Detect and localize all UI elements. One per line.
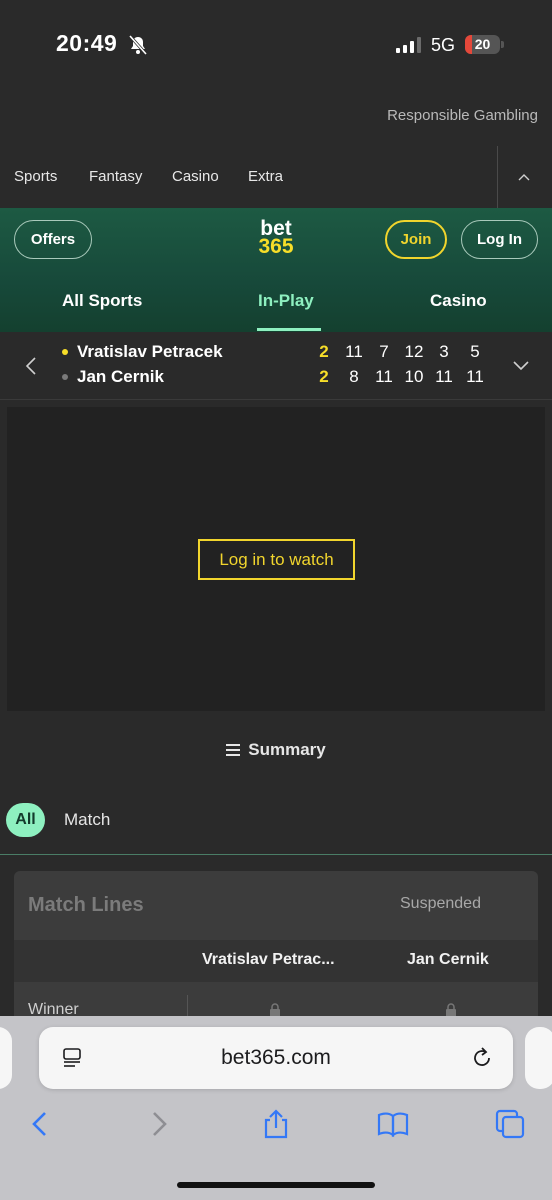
player-2-game: 11 [435,367,453,386]
market-card: Match Lines Suspended Vratislav Petrac..… [14,871,538,1031]
next-tab-preview[interactable] [525,1027,552,1089]
video-player: Log in to watch [7,407,545,711]
non-serving-indicator [62,374,68,380]
scoreboard: Vratislav Petracek 2 11 7 12 3 5 Jan Cer… [0,332,552,400]
summary-label: Summary [248,740,326,759]
player-2-game: 8 [349,367,359,386]
nav-item-fantasy[interactable]: Fantasy [89,168,142,185]
logo-text-bottom: 365 [258,235,294,258]
player-2-game: 11 [375,367,393,386]
market-column-player-1: Vratislav Petrac... [202,951,335,968]
browser-chrome: bet365.com [0,1016,552,1200]
player-1-game: 11 [345,342,363,361]
reload-icon[interactable] [470,1046,494,1070]
player-1-game: 3 [439,342,449,361]
battery-tip [501,41,504,48]
responsible-gambling-link[interactable]: Responsible Gambling [387,107,538,124]
join-button[interactable]: Join [385,220,447,259]
login-to-watch-button[interactable]: Log in to watch [198,539,355,580]
url-text: bet365.com [221,1046,331,1069]
address-bar[interactable]: bet365.com [39,1027,513,1089]
market-header-row: Vratislav Petrac... Jan Cernik [14,940,538,982]
market-title: Match Lines [28,894,144,916]
network-type: 5G [431,35,456,55]
filter-divider [0,854,552,855]
market-column-player-2: Jan Cernik [407,951,489,968]
player-2-game: 11 [466,367,484,386]
nav-item-extra[interactable]: Extra [248,168,283,185]
player-2-game: 10 [404,367,424,386]
battery-percent: 20 [474,36,491,52]
chevron-left-icon[interactable] [24,356,38,376]
menu-icon [226,744,241,756]
nav-item-casino[interactable]: Casino [172,168,219,185]
filter-match-chip[interactable]: Match [64,810,110,830]
player-1-game: 12 [404,342,424,361]
player-1-sets: 2 [319,342,329,361]
site-header: Offers bet 365 Join Log In All Sports In… [0,208,552,332]
back-icon[interactable] [24,1108,56,1140]
tab-all-sports[interactable]: All Sports [62,291,142,311]
active-tab-indicator [257,328,321,331]
player-1-game: 5 [470,342,480,361]
clock: 20:49 [56,30,118,56]
login-button[interactable]: Log In [461,220,538,259]
forward-icon[interactable] [143,1108,175,1140]
tab-casino[interactable]: Casino [430,291,487,311]
serving-indicator [62,349,68,355]
nav-item-sports[interactable]: Sports [14,168,57,185]
player-1-name: Vratislav Petracek [77,342,223,361]
home-indicator [177,1182,375,1188]
previous-tab-preview[interactable] [0,1027,12,1089]
bell-slash-icon [128,35,148,55]
offers-button[interactable]: Offers [14,220,92,259]
player-2-name: Jan Cernik [77,367,164,386]
player-2-sets: 2 [319,367,329,386]
filter-all-chip[interactable]: All [6,803,45,837]
chevron-down-icon[interactable] [512,358,530,372]
lock-icon [446,1003,456,1017]
nav-divider [497,146,498,208]
market-status: Suspended [400,895,481,912]
status-bar: 20:49 5G 20 [0,0,552,90]
bookmarks-icon[interactable] [377,1108,409,1140]
chevron-up-icon[interactable] [518,172,530,184]
bet365-logo[interactable]: bet 365 [250,218,302,258]
signal-icon [396,37,421,53]
summary-toggle[interactable]: Summary [0,740,552,760]
lock-icon [270,1003,280,1017]
player-1-game: 7 [379,342,389,361]
tab-in-play[interactable]: In-Play [258,291,314,311]
top-nav: Sports Fantasy Casino Extra [0,146,552,208]
tabs-icon[interactable] [494,1108,526,1140]
battery-icon: 20 [465,35,500,54]
share-icon[interactable] [260,1108,292,1140]
